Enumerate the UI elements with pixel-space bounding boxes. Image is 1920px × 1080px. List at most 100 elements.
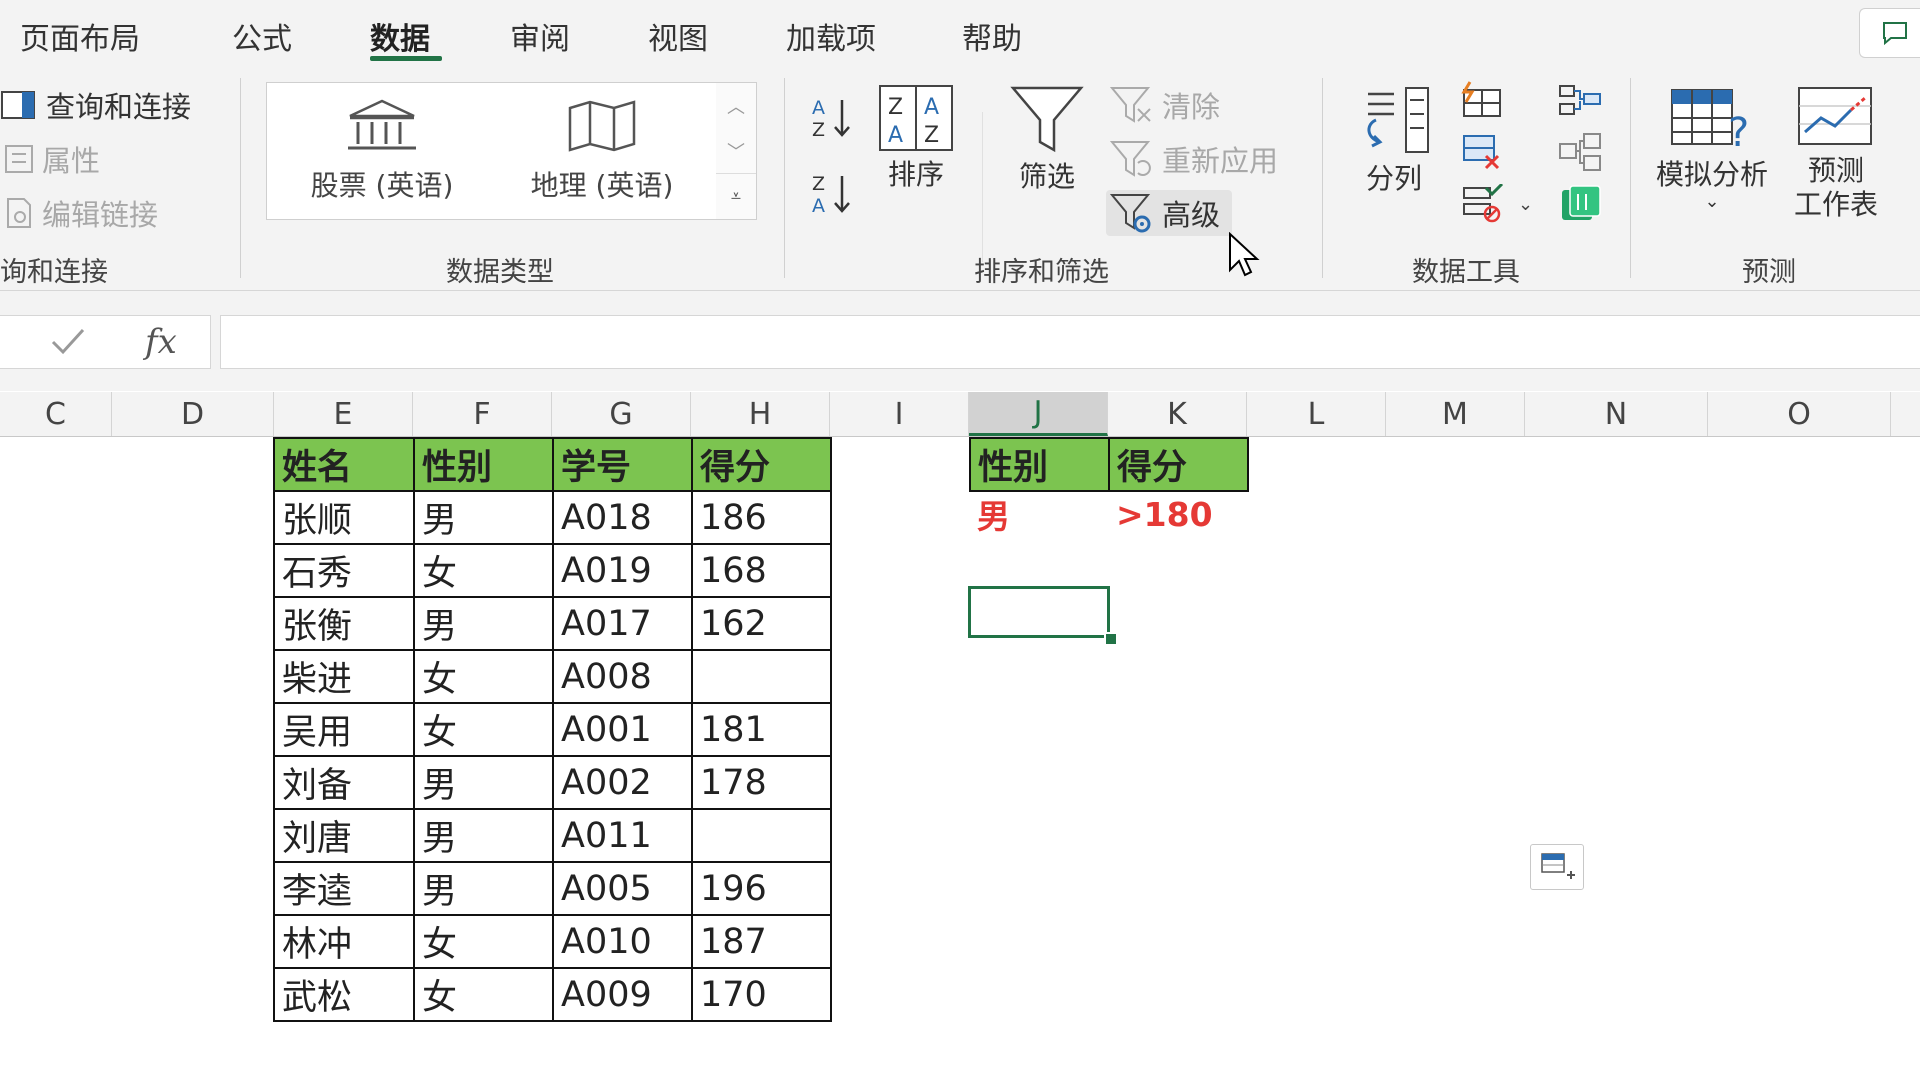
gallery-more-button[interactable]: ⩡: [716, 173, 756, 219]
cell-name[interactable]: 石秀: [273, 543, 415, 598]
column-header-O[interactable]: O: [1708, 392, 1891, 436]
cell-name[interactable]: 林冲: [273, 914, 415, 969]
cell-gender[interactable]: 女: [413, 543, 554, 598]
advanced-filter-button[interactable]: 高级: [1106, 190, 1233, 236]
insert-function-icon[interactable]: fx: [145, 322, 177, 362]
header-student-id[interactable]: 学号: [552, 437, 693, 492]
header-gender[interactable]: 性别: [413, 437, 554, 492]
quick-analysis-button[interactable]: [1530, 844, 1584, 890]
column-header-D[interactable]: D: [112, 392, 274, 436]
cell-score[interactable]: 170: [691, 967, 832, 1022]
column-header-K[interactable]: K: [1108, 392, 1247, 436]
stocks-data-type-button[interactable]: 股票 (英语): [277, 83, 487, 219]
cell-gender[interactable]: 女: [413, 702, 554, 757]
properties-button[interactable]: 属性: [4, 138, 100, 180]
comments-button[interactable]: [1859, 8, 1920, 58]
cell-gender[interactable]: 男: [413, 596, 554, 651]
cell-score[interactable]: 186: [691, 490, 832, 545]
sort-button[interactable]: ZAAZ 排序: [878, 84, 954, 192]
reapply-button[interactable]: 重新应用: [1110, 138, 1278, 180]
cell-score[interactable]: 178: [691, 755, 832, 810]
column-header-E[interactable]: E: [274, 392, 413, 436]
data-validation-dropdown[interactable]: ⌄: [1518, 194, 1533, 215]
header-score[interactable]: 得分: [691, 437, 832, 492]
data-validation-button[interactable]: [1460, 182, 1504, 228]
header-name[interactable]: 姓名: [273, 437, 415, 492]
cell-student-id[interactable]: A001: [552, 702, 693, 757]
relationships-button[interactable]: [1558, 132, 1602, 176]
edit-links-button[interactable]: 编辑链接: [4, 192, 158, 234]
cell-gender[interactable]: 男: [413, 490, 554, 545]
gallery-down-button[interactable]: ﹀: [716, 128, 756, 173]
what-if-analysis-button[interactable]: ? 模拟分析 ⌄: [1656, 86, 1768, 212]
cell-name[interactable]: 柴进: [273, 649, 415, 704]
column-header-H[interactable]: H: [691, 392, 830, 436]
cell-student-id[interactable]: A018: [552, 490, 693, 545]
cell-name[interactable]: 张顺: [273, 490, 415, 545]
cell-student-id[interactable]: A017: [552, 596, 693, 651]
cell-gender[interactable]: 女: [413, 914, 554, 969]
tab-page-layout[interactable]: 页面布局: [20, 14, 140, 58]
criteria-header-score[interactable]: 得分: [1108, 437, 1249, 492]
filter-button[interactable]: 筛选: [1010, 84, 1084, 194]
column-header-F[interactable]: F: [413, 392, 552, 436]
column-header-J[interactable]: J: [969, 392, 1108, 436]
cell-score[interactable]: 168: [691, 543, 832, 598]
criteria-gender-value[interactable]: 男: [969, 489, 1108, 539]
cell-score[interactable]: 162: [691, 596, 832, 651]
cell-score[interactable]: 181: [691, 702, 832, 757]
column-header-C[interactable]: C: [0, 392, 112, 436]
remove-duplicates-button[interactable]: [1460, 132, 1504, 176]
criteria-header-gender[interactable]: 性别: [969, 437, 1110, 492]
cell-gender[interactable]: 女: [413, 967, 554, 1022]
column-header-L[interactable]: L: [1247, 392, 1386, 436]
worksheet-grid[interactable]: 姓名 性别 学号 得分 张顺男 A018 186 石秀女 A019 168 张衡男 A01…: [0, 437, 1920, 1080]
formula-input[interactable]: [220, 315, 1920, 369]
cell-student-id[interactable]: A010: [552, 914, 693, 969]
cell-name[interactable]: 武松: [273, 967, 415, 1022]
forecast-sheet-button[interactable]: 预测 工作表: [1794, 86, 1878, 222]
cell-student-id[interactable]: A005: [552, 861, 693, 916]
cell-score[interactable]: [691, 808, 832, 863]
column-header-M[interactable]: M: [1386, 392, 1525, 436]
cell-student-id[interactable]: A011: [552, 808, 693, 863]
tab-review[interactable]: 审阅: [510, 14, 570, 58]
queries-connections-button[interactable]: 查询和连接: [0, 84, 191, 126]
cell-name[interactable]: 李逵: [273, 861, 415, 916]
active-cell-selection[interactable]: [968, 586, 1110, 638]
tab-formulas[interactable]: 公式: [232, 14, 292, 58]
column-header-G[interactable]: G: [552, 392, 691, 436]
cell-gender[interactable]: 男: [413, 755, 554, 810]
geography-data-type-button[interactable]: 地理 (英语): [497, 83, 707, 219]
cell-student-id[interactable]: A019: [552, 543, 693, 598]
tab-data[interactable]: 数据: [370, 14, 430, 58]
sort-ascending-button[interactable]: AZ: [808, 94, 856, 146]
column-header-N[interactable]: N: [1525, 392, 1708, 436]
cell-name[interactable]: 刘唐: [273, 808, 415, 863]
cell-gender[interactable]: 女: [413, 649, 554, 704]
enter-checkmark-icon[interactable]: [50, 326, 86, 360]
cell-score[interactable]: 196: [691, 861, 832, 916]
cell-score[interactable]: [691, 649, 832, 704]
cell-name[interactable]: 吴用: [273, 702, 415, 757]
cell-name[interactable]: 刘备: [273, 755, 415, 810]
flash-fill-button[interactable]: [1460, 80, 1504, 124]
tab-help[interactable]: 帮助: [962, 14, 1022, 58]
consolidate-button[interactable]: [1558, 80, 1602, 124]
tab-add-ins[interactable]: 加载项: [786, 14, 876, 58]
cell-gender[interactable]: 男: [413, 861, 554, 916]
cell-name[interactable]: 张衡: [273, 596, 415, 651]
criteria-score-value[interactable]: >180: [1108, 489, 1247, 539]
cell-student-id[interactable]: A002: [552, 755, 693, 810]
text-to-columns-button[interactable]: 分列: [1354, 86, 1434, 196]
cell-score[interactable]: 187: [691, 914, 832, 969]
data-model-button[interactable]: [1558, 184, 1602, 228]
column-header-I[interactable]: I: [830, 392, 969, 436]
fill-handle[interactable]: [1104, 632, 1118, 646]
clear-filter-button[interactable]: 清除: [1110, 84, 1220, 126]
sort-descending-button[interactable]: ZA: [808, 170, 856, 222]
cell-gender[interactable]: 男: [413, 808, 554, 863]
cell-student-id[interactable]: A009: [552, 967, 693, 1022]
gallery-up-button[interactable]: ︿: [716, 83, 756, 128]
tab-view[interactable]: 视图: [648, 14, 708, 58]
